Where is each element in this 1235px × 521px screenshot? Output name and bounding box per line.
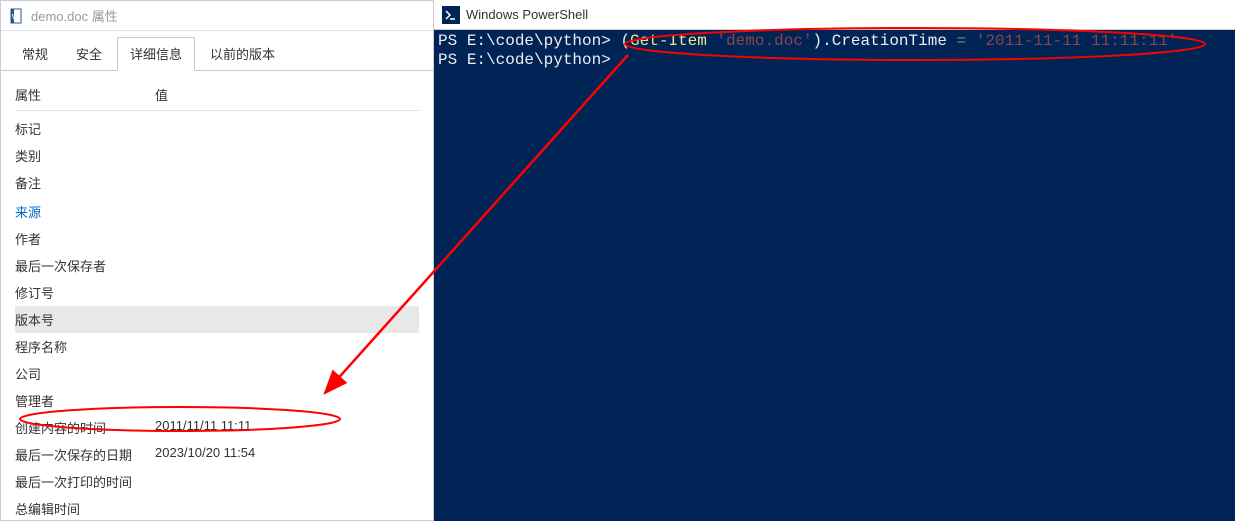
- prop-row-manager[interactable]: 管理者: [15, 387, 419, 414]
- header-value-label: 值: [155, 85, 419, 104]
- prop-row-lastprinted[interactable]: 最后一次打印的时间: [15, 468, 419, 495]
- tabs-bar: 常规 安全 详细信息 以前的版本: [1, 31, 433, 71]
- details-header-row: 属性 值: [15, 81, 419, 111]
- doc-icon: W: [9, 8, 25, 24]
- header-property-label: 属性: [15, 85, 155, 104]
- powershell-console[interactable]: PS E:\code\python> (Get-Item 'demo.doc')…: [434, 30, 1235, 521]
- prop-row-comment[interactable]: 备注: [15, 169, 419, 196]
- prop-row-tag[interactable]: 标记: [15, 115, 419, 142]
- ps-line-1: PS E:\code\python> (Get-Item 'demo.doc')…: [438, 32, 1231, 51]
- prop-row-category[interactable]: 类别: [15, 142, 419, 169]
- powershell-title: Windows PowerShell: [466, 7, 588, 22]
- prop-row-lastsavedby[interactable]: 最后一次保存者: [15, 252, 419, 279]
- prop-row-revision[interactable]: 修订号: [15, 279, 419, 306]
- prop-row-created[interactable]: 创建内容的时间 2011/11/11 11:11: [15, 414, 419, 441]
- powershell-title-bar: Windows PowerShell: [434, 0, 1235, 30]
- properties-title: demo.doc 属性: [31, 6, 118, 25]
- tab-general[interactable]: 常规: [9, 37, 61, 70]
- details-content: 属性 值 标记 类别 备注 来源 作者 最后一次保存者: [1, 71, 433, 520]
- properties-dialog: W demo.doc 属性 常规 安全 详细信息 以前的版本 属性 值 标记 类…: [0, 0, 434, 521]
- powershell-window: Windows PowerShell PS E:\code\python> (G…: [434, 0, 1235, 521]
- tab-previous[interactable]: 以前的版本: [197, 37, 288, 70]
- ps-line-2: PS E:\code\python>: [438, 51, 1231, 70]
- powershell-icon: [442, 6, 460, 24]
- tab-details[interactable]: 详细信息: [117, 37, 195, 71]
- prop-row-lastsaved[interactable]: 最后一次保存的日期 2023/10/20 11:54: [15, 441, 419, 468]
- prop-row-version[interactable]: 版本号: [15, 306, 419, 333]
- svg-text:W: W: [12, 14, 19, 21]
- prop-row-author[interactable]: 作者: [15, 225, 419, 252]
- section-source: 来源: [15, 196, 419, 225]
- properties-title-bar: W demo.doc 属性: [1, 1, 433, 31]
- tab-security[interactable]: 安全: [63, 37, 115, 70]
- prop-row-programname[interactable]: 程序名称: [15, 333, 419, 360]
- prop-row-totaledittime[interactable]: 总编辑时间: [15, 495, 419, 520]
- prop-row-company[interactable]: 公司: [15, 360, 419, 387]
